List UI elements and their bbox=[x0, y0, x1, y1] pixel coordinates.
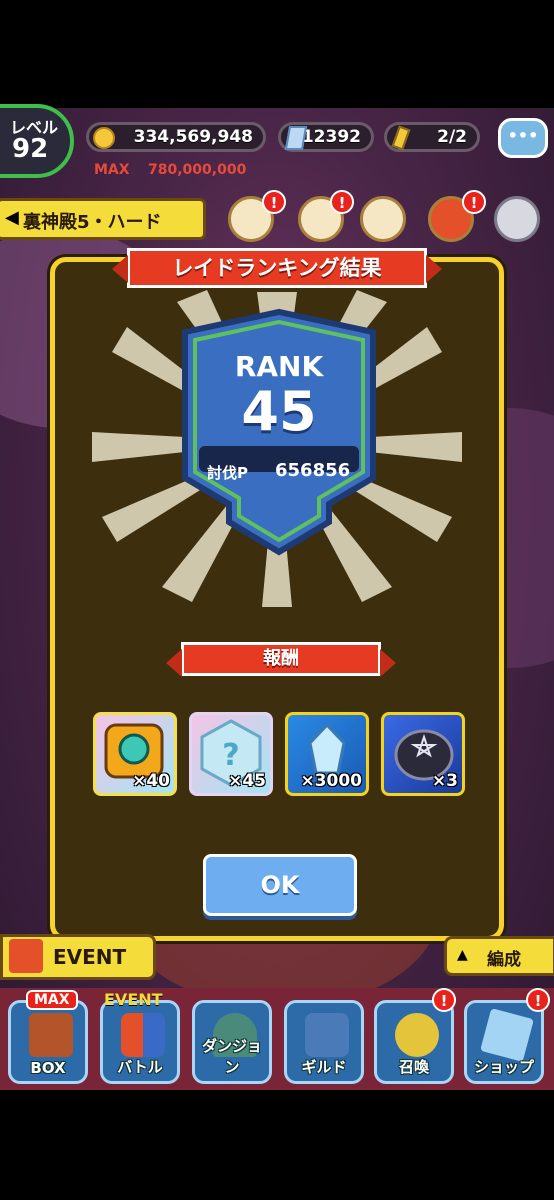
shield-swords-icon bbox=[121, 1013, 165, 1057]
crystal-value: 12392 bbox=[301, 127, 361, 147]
back-arrow-icon: ◀ bbox=[5, 207, 19, 228]
alert-icon: ! bbox=[330, 190, 354, 214]
reward-item[interactable]: ×40 bbox=[93, 712, 177, 796]
nav-guild[interactable]: ギルド bbox=[284, 1000, 364, 1084]
nav-summon[interactable]: 召喚 bbox=[374, 1000, 454, 1084]
up-triangle-icon: ▲ bbox=[457, 947, 468, 963]
stage-banner[interactable]: ◀ 裏神殿5・ハード bbox=[0, 198, 206, 240]
nav-battle[interactable]: バトル bbox=[100, 1000, 180, 1084]
gear-icon[interactable] bbox=[494, 196, 540, 242]
coin-max-value: 780,000,000 bbox=[148, 162, 247, 178]
svg-text:?: ? bbox=[222, 738, 239, 773]
shop-alert-icon: ! bbox=[526, 988, 550, 1012]
alert-icon: ! bbox=[462, 190, 486, 214]
alert-icon: ! bbox=[262, 190, 286, 214]
coin-icon bbox=[93, 127, 115, 149]
raid-result-dialog: レイドランキング結果 RANK 45 討伐P 656856 報酬 ×40 ? ×… bbox=[50, 248, 504, 941]
crystal-shop-icon bbox=[480, 1008, 534, 1062]
coin-value: 334,569,948 bbox=[133, 127, 253, 147]
crystal-counter[interactable]: 12392 bbox=[278, 122, 374, 152]
rank-label: RANK bbox=[234, 350, 324, 383]
treasure-chest-icon bbox=[29, 1013, 73, 1057]
event-gift-icon bbox=[9, 939, 43, 973]
medal-icon[interactable] bbox=[360, 196, 406, 242]
ok-button[interactable]: OK bbox=[203, 854, 357, 916]
chat-icon[interactable]: ••• bbox=[498, 118, 548, 158]
formation-button[interactable]: ▲ 編成 bbox=[444, 936, 554, 976]
stamina-counter[interactable]: 2/2 bbox=[384, 122, 480, 152]
nav-dungeon[interactable]: ダンジョン bbox=[192, 1000, 272, 1084]
coin-counter[interactable]: 334,569,948 bbox=[86, 122, 266, 152]
box-max-badge: MAX bbox=[26, 990, 78, 1010]
rank-value: 45 bbox=[241, 380, 317, 443]
formation-label: 編成 bbox=[487, 950, 521, 970]
level-value: 92 bbox=[12, 134, 49, 164]
coin-max-label: MAX bbox=[94, 162, 130, 178]
pentagram-icon bbox=[395, 1013, 439, 1057]
points-value: 656856 bbox=[275, 460, 351, 481]
event-button[interactable]: EVENT bbox=[0, 934, 156, 980]
reward-item[interactable]: ? ×45 bbox=[189, 712, 273, 796]
stamina-value: 2/2 bbox=[437, 127, 467, 147]
nav-shop[interactable]: ショップ bbox=[464, 1000, 544, 1084]
reward-item[interactable]: ×3 bbox=[381, 712, 465, 796]
nav-box[interactable]: BOX bbox=[8, 1000, 88, 1084]
event-label: EVENT bbox=[53, 945, 127, 969]
rewards-title: 報酬 bbox=[166, 642, 396, 677]
battle-event-badge: EVENT bbox=[104, 990, 163, 1009]
summon-alert-icon: ! bbox=[432, 988, 456, 1012]
level-badge[interactable]: レベル 92 bbox=[0, 104, 74, 178]
stage-name: 裏神殿5・ハード bbox=[23, 212, 162, 233]
reward-item[interactable]: ×3000 bbox=[285, 712, 369, 796]
ok-label: OK bbox=[260, 871, 300, 899]
crossed-swords-icon bbox=[305, 1013, 349, 1057]
stamina-icon bbox=[391, 125, 411, 151]
points-label: 討伐P bbox=[207, 464, 248, 482]
